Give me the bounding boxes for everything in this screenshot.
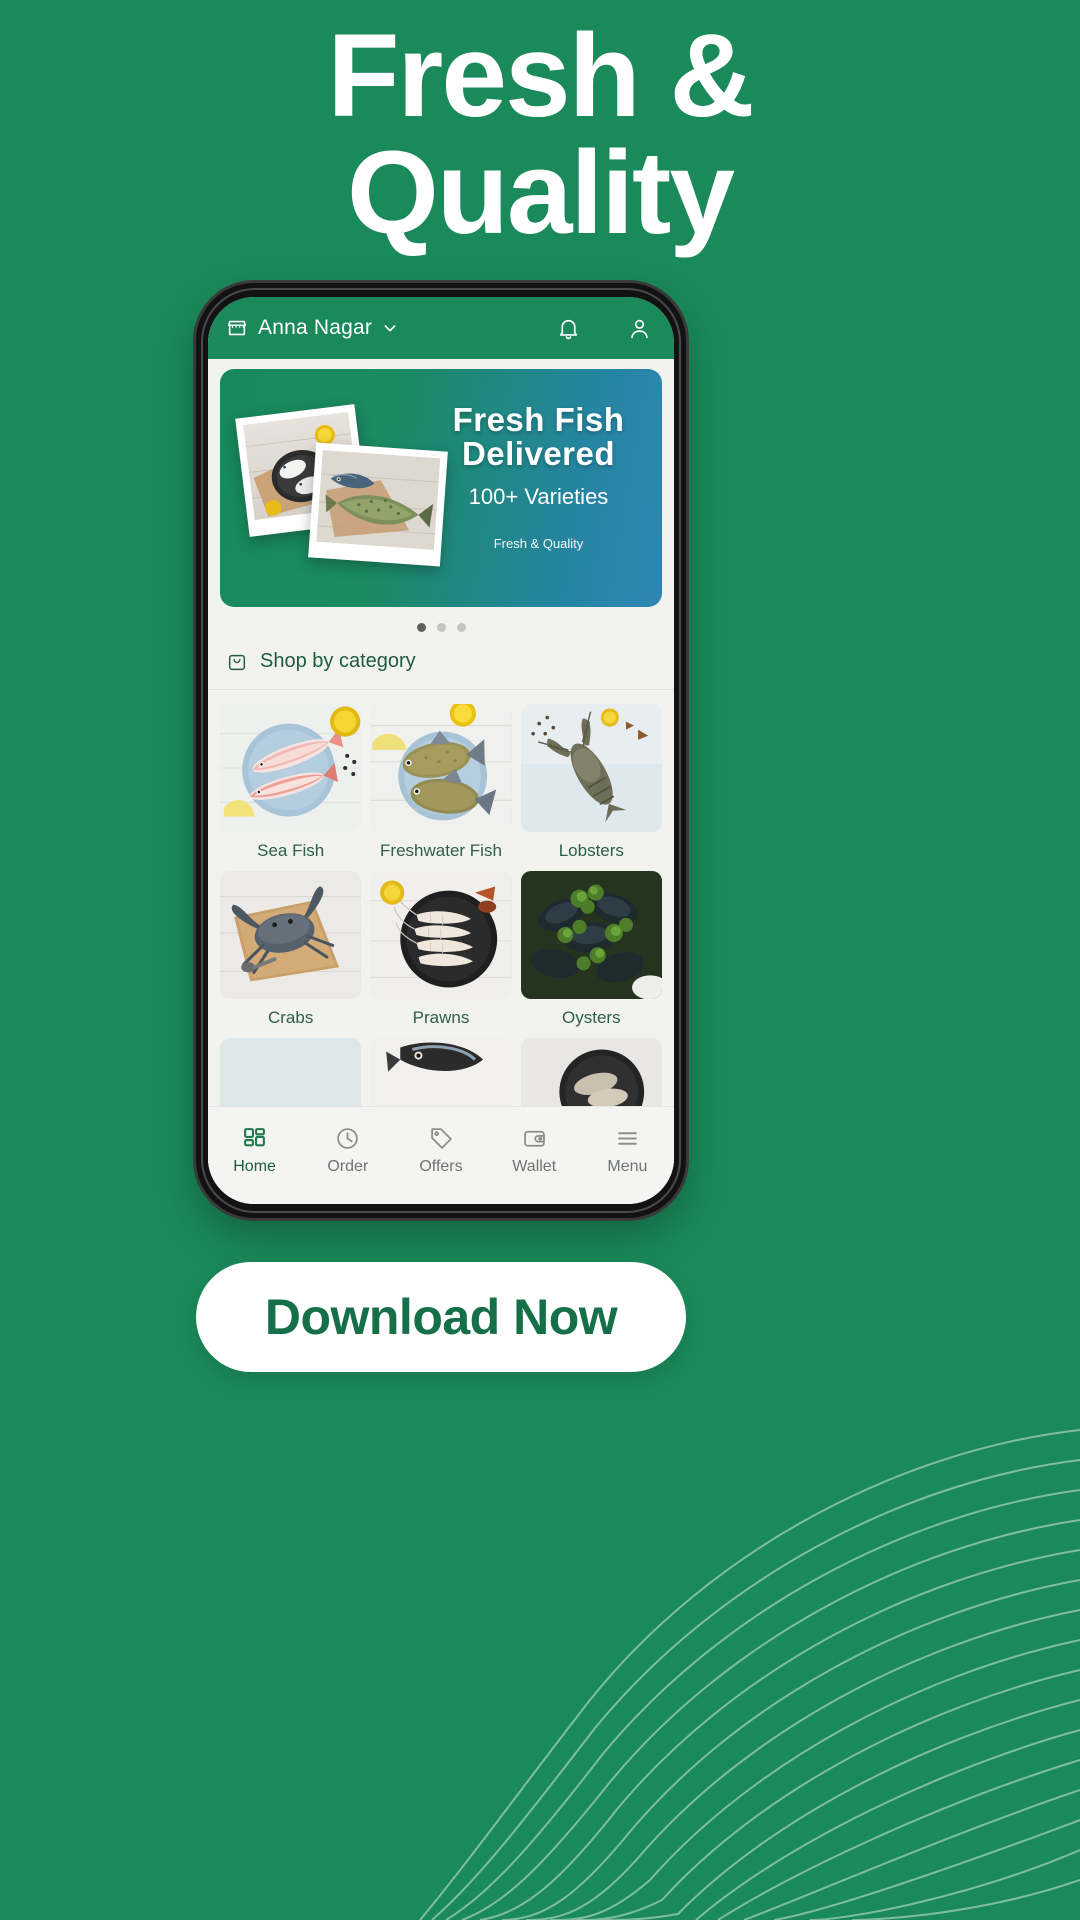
banner-subtitle: 100+ Varieties xyxy=(468,484,609,510)
category-label: Sea Fish xyxy=(257,841,325,860)
crab-photo xyxy=(220,871,362,999)
headline-line-2: Quality xyxy=(347,126,735,259)
menu-icon xyxy=(615,1126,640,1151)
wallet-icon xyxy=(522,1126,547,1151)
category-card-lobsters[interactable]: Lobsters xyxy=(520,704,662,861)
lobster-photo xyxy=(520,704,662,832)
category-card-prawns[interactable]: Prawns xyxy=(370,871,512,1028)
nav-item-menu[interactable]: Menu xyxy=(581,1126,674,1176)
banner-tagline: Fresh & Quality xyxy=(493,536,584,552)
clock-icon xyxy=(335,1126,360,1151)
location-label[interactable]: Anna Nagar xyxy=(258,316,372,340)
banner-carousel[interactable]: Fresh Fish Delivered 100+ Varieties Fres… xyxy=(208,359,674,642)
banner-text: Fresh Fish Delivered 100+ Varieties Fres… xyxy=(431,403,646,552)
category-grid[interactable]: Sea Fish Freshwater Fish Lobsters Crabs … xyxy=(208,690,674,1028)
bell-icon[interactable] xyxy=(556,316,581,341)
nav-label: Menu xyxy=(607,1157,648,1175)
category-label: Crabs xyxy=(267,1008,314,1027)
nav-item-wallet[interactable]: Wallet xyxy=(488,1126,581,1176)
banner-title-line-1: Fresh Fish xyxy=(452,401,625,438)
nav-label: Order xyxy=(327,1157,369,1175)
oyster-photo xyxy=(520,871,662,999)
section-title: Shop by category xyxy=(260,650,416,672)
decorative-waves xyxy=(419,1429,1080,1920)
banner-title-line-2: Delivered xyxy=(461,434,616,472)
category-card-oysters[interactable]: Oysters xyxy=(520,871,662,1028)
nav-item-home[interactable]: Home xyxy=(208,1126,301,1176)
profile-icon[interactable] xyxy=(627,316,652,341)
whole-fish-photo xyxy=(316,450,441,551)
nav-label: Wallet xyxy=(512,1157,557,1175)
carousel-dot-3[interactable] xyxy=(456,623,466,632)
section-header-shop-by-category: Shop by category xyxy=(208,642,674,679)
poster-headline: Fresh & Quality xyxy=(0,17,1080,259)
category-card-sea-fish[interactable]: Sea Fish xyxy=(220,704,362,861)
bottom-navigation[interactable]: Home Order Offers Wallet Menu xyxy=(208,1106,674,1204)
category-label: Lobsters xyxy=(558,841,624,860)
nav-label: Offers xyxy=(419,1157,463,1175)
shopping-bag-icon xyxy=(226,651,248,673)
download-now-button[interactable]: Download Now xyxy=(196,1262,686,1372)
headline-line-1: Fresh & xyxy=(327,10,754,142)
category-label: Prawns xyxy=(412,1008,470,1027)
nav-item-order[interactable]: Order xyxy=(301,1126,394,1176)
app-header: Anna Nagar xyxy=(208,297,674,359)
banner-photo-2 xyxy=(308,442,448,567)
banner-title: Fresh Fish Delivered xyxy=(431,403,646,470)
freshwater-fish-photo xyxy=(370,704,512,832)
chevron-down-icon[interactable] xyxy=(382,320,398,336)
app-content[interactable]: Fresh Fish Delivered 100+ Varieties Fres… xyxy=(208,359,674,1204)
prawn-photo xyxy=(370,871,512,999)
sea-fish-photo xyxy=(220,704,362,832)
category-card-freshwater-fish[interactable]: Freshwater Fish xyxy=(370,704,512,861)
promo-banner[interactable]: Fresh Fish Delivered 100+ Varieties Fres… xyxy=(220,369,662,607)
category-label: Oysters xyxy=(562,1008,621,1027)
phone-mockup: Anna Nagar Fresh Fish Delivered 100+ Var… xyxy=(196,283,686,1218)
phone-screen: Anna Nagar Fresh Fish Delivered 100+ Var… xyxy=(208,297,674,1204)
grid-icon xyxy=(242,1126,267,1151)
nav-item-offers[interactable]: Offers xyxy=(394,1126,487,1176)
carousel-dot-2[interactable] xyxy=(436,623,446,632)
tag-icon xyxy=(429,1126,454,1151)
category-card-crabs[interactable]: Crabs xyxy=(220,871,362,1028)
download-now-label: Download Now xyxy=(264,1289,618,1345)
carousel-dot-1[interactable] xyxy=(416,623,426,632)
store-icon xyxy=(226,317,248,339)
category-label: Freshwater Fish xyxy=(380,841,502,860)
nav-label: Home xyxy=(233,1157,276,1175)
carousel-dots[interactable] xyxy=(220,607,662,642)
